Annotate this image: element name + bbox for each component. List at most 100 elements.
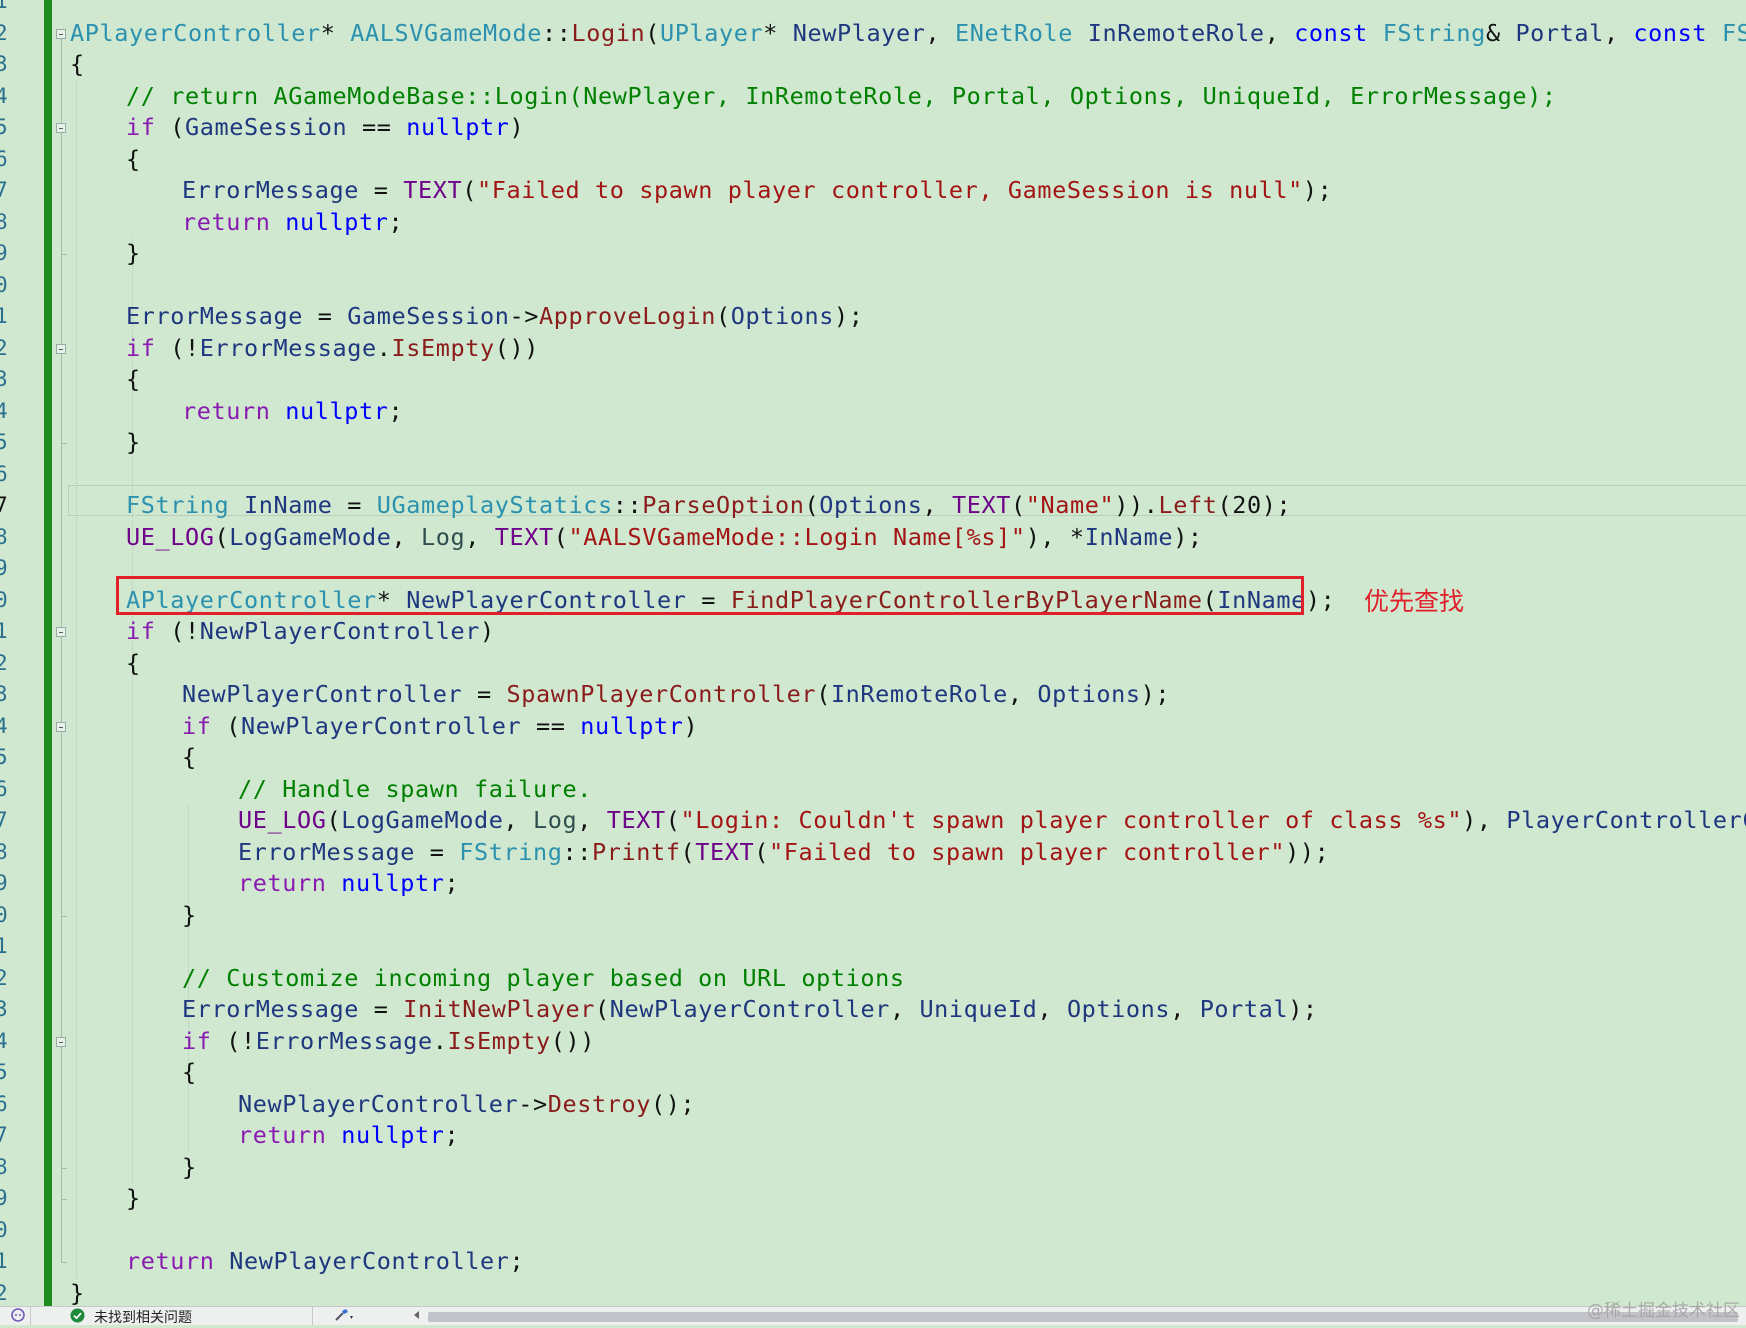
code-cleanup-icon[interactable] bbox=[333, 1307, 355, 1325]
code-line[interactable]: // Customize incoming player based on UR… bbox=[182, 963, 905, 995]
code-editor[interactable]: 1 2 3 4 5 6 7 8 9 0 1 2 3 4 5 6 7 8 9 0 1 2 3 4 5 6 7 8 9 0 1 2 3 4 5 6 7 8 9 0… bbox=[0, 0, 1746, 1306]
code-token: ( bbox=[804, 491, 820, 519]
code-line[interactable]: APlayerController* AALSVGameMode::Login(… bbox=[70, 18, 1746, 50]
code-line[interactable]: { bbox=[182, 742, 197, 774]
code-line[interactable]: return NewPlayerController; bbox=[126, 1246, 524, 1278]
fold-toggle-icon[interactable] bbox=[56, 721, 66, 732]
code-line[interactable]: ErrorMessage = InitNewPlayer(NewPlayerCo… bbox=[182, 994, 1318, 1026]
fold-region-end bbox=[61, 443, 67, 444]
code-token: NewPlayerController bbox=[609, 995, 890, 1023]
code-token: nullptr bbox=[285, 207, 389, 236]
code-line[interactable]: UE_LOG(LogGameMode, Log, TEXT("Login: Co… bbox=[238, 805, 1746, 837]
code-token: ( bbox=[214, 522, 230, 551]
line-number: 3 bbox=[0, 997, 8, 1021]
code-line[interactable]: ErrorMessage = TEXT("Failed to spawn pla… bbox=[182, 175, 1332, 207]
code-line[interactable]: { bbox=[182, 1057, 197, 1089]
code-line[interactable]: if (!NewPlayerController) bbox=[126, 616, 495, 648]
code-token: Options bbox=[1037, 680, 1141, 708]
code-token: InitNewPlayer bbox=[403, 995, 595, 1023]
code-token: const bbox=[1633, 18, 1708, 47]
check-circle-icon[interactable] bbox=[70, 1308, 85, 1326]
issues-status-text[interactable]: 未找到相关问题 bbox=[94, 1309, 192, 1327]
line-number: 9 bbox=[0, 1186, 8, 1210]
code-token: UE_LOG bbox=[238, 806, 327, 834]
code-token: ; bbox=[388, 207, 404, 236]
code-line[interactable]: if (!ErrorMessage.IsEmpty()) bbox=[126, 333, 539, 365]
line-number: 4 bbox=[0, 398, 8, 423]
code-line[interactable]: NewPlayerController = SpawnPlayerControl… bbox=[182, 679, 1170, 711]
code-line[interactable]: } bbox=[182, 1152, 197, 1184]
code-line[interactable]: // Handle spawn failure. bbox=[238, 774, 592, 806]
code-token: ()) bbox=[550, 1026, 595, 1055]
line-number: 5 bbox=[0, 1060, 8, 1084]
code-line[interactable]: return nullptr; bbox=[182, 207, 403, 239]
code-token: { bbox=[182, 1058, 197, 1086]
code-token: ; bbox=[509, 1247, 525, 1275]
code-token: ApproveLogin bbox=[538, 302, 716, 330]
code-token: ( bbox=[665, 806, 681, 834]
code-token: ( bbox=[155, 113, 185, 141]
code-line[interactable]: if (!ErrorMessage.IsEmpty()) bbox=[182, 1026, 595, 1058]
fold-toggle-icon[interactable] bbox=[56, 1036, 66, 1047]
code-line[interactable]: { bbox=[70, 49, 85, 81]
code-line[interactable]: } bbox=[70, 1278, 85, 1307]
line-number: 2 bbox=[0, 650, 8, 675]
line-number: 8 bbox=[0, 524, 8, 549]
scroll-left-icon[interactable] bbox=[412, 1307, 422, 1325]
code-token: ( bbox=[645, 18, 660, 47]
code-token: (! bbox=[155, 333, 200, 362]
code-line[interactable]: if (GameSession == nullptr) bbox=[126, 112, 524, 144]
code-token: APlayerController bbox=[70, 18, 321, 47]
code-line[interactable]: NewPlayerController->Destroy(); bbox=[238, 1089, 695, 1121]
fold-toggle-icon[interactable] bbox=[56, 627, 66, 637]
code-line[interactable]: } bbox=[126, 427, 141, 459]
code-token: } bbox=[182, 1152, 197, 1181]
code-token: == bbox=[521, 711, 581, 740]
fold-toggle-icon[interactable] bbox=[56, 343, 66, 354]
code-line[interactable]: // return AGameModeBase::Login(NewPlayer… bbox=[126, 81, 1557, 113]
code-line[interactable]: ErrorMessage = GameSession->ApproveLogin… bbox=[126, 301, 863, 333]
code-token: ErrorMessage bbox=[182, 176, 359, 204]
code-token: TEXT bbox=[403, 176, 463, 204]
code-token: ), bbox=[1462, 806, 1507, 834]
horizontal-scrollbar[interactable] bbox=[428, 1312, 1738, 1322]
code-line[interactable]: FString InName = UGameplayStatics::Parse… bbox=[126, 490, 1291, 522]
line-number: 5 bbox=[0, 745, 8, 769]
line-number: 1 bbox=[0, 304, 8, 328]
code-line[interactable]: { bbox=[126, 144, 141, 176]
code-token: ParseOption bbox=[642, 491, 805, 519]
code-token: UPlayer bbox=[659, 18, 764, 47]
line-number: 2 bbox=[0, 1280, 8, 1305]
code-line[interactable]: } bbox=[126, 238, 141, 270]
code-line[interactable]: } bbox=[182, 900, 197, 932]
code-token: ) bbox=[509, 113, 525, 141]
code-line[interactable]: return nullptr; bbox=[238, 1120, 459, 1152]
line-number: 7 bbox=[0, 493, 8, 517]
fold-toggle-icon[interactable] bbox=[56, 123, 66, 133]
code-line[interactable]: return nullptr; bbox=[182, 396, 403, 428]
copilot-icon[interactable] bbox=[10, 1306, 26, 1324]
code-token: = bbox=[358, 176, 404, 204]
code-line[interactable]: } bbox=[126, 1183, 141, 1215]
code-token: { bbox=[126, 365, 141, 393]
code-token: return bbox=[182, 207, 271, 236]
code-line[interactable]: { bbox=[126, 648, 141, 680]
code-token: . bbox=[376, 333, 392, 362]
fold-toggle-icon[interactable] bbox=[56, 28, 66, 39]
code-line[interactable]: ErrorMessage = FString::Printf(TEXT("Fai… bbox=[238, 837, 1329, 869]
fold-region-end bbox=[61, 254, 67, 255]
code-token: ); bbox=[1173, 522, 1203, 551]
line-number: 4 bbox=[0, 83, 8, 108]
code-line[interactable]: return nullptr; bbox=[238, 868, 459, 900]
code-token: , bbox=[1264, 18, 1295, 47]
line-number: 0 bbox=[0, 902, 8, 927]
code-line[interactable]: if (NewPlayerController == nullptr) bbox=[182, 711, 698, 743]
code-token: GameSession bbox=[347, 302, 510, 330]
code-line[interactable]: UE_LOG(LogGameMode, Log, TEXT("AALSVGame… bbox=[126, 522, 1203, 554]
line-number: 3 bbox=[0, 52, 8, 76]
code-line[interactable]: { bbox=[126, 364, 141, 396]
code-token: ENetRole bbox=[954, 18, 1073, 47]
